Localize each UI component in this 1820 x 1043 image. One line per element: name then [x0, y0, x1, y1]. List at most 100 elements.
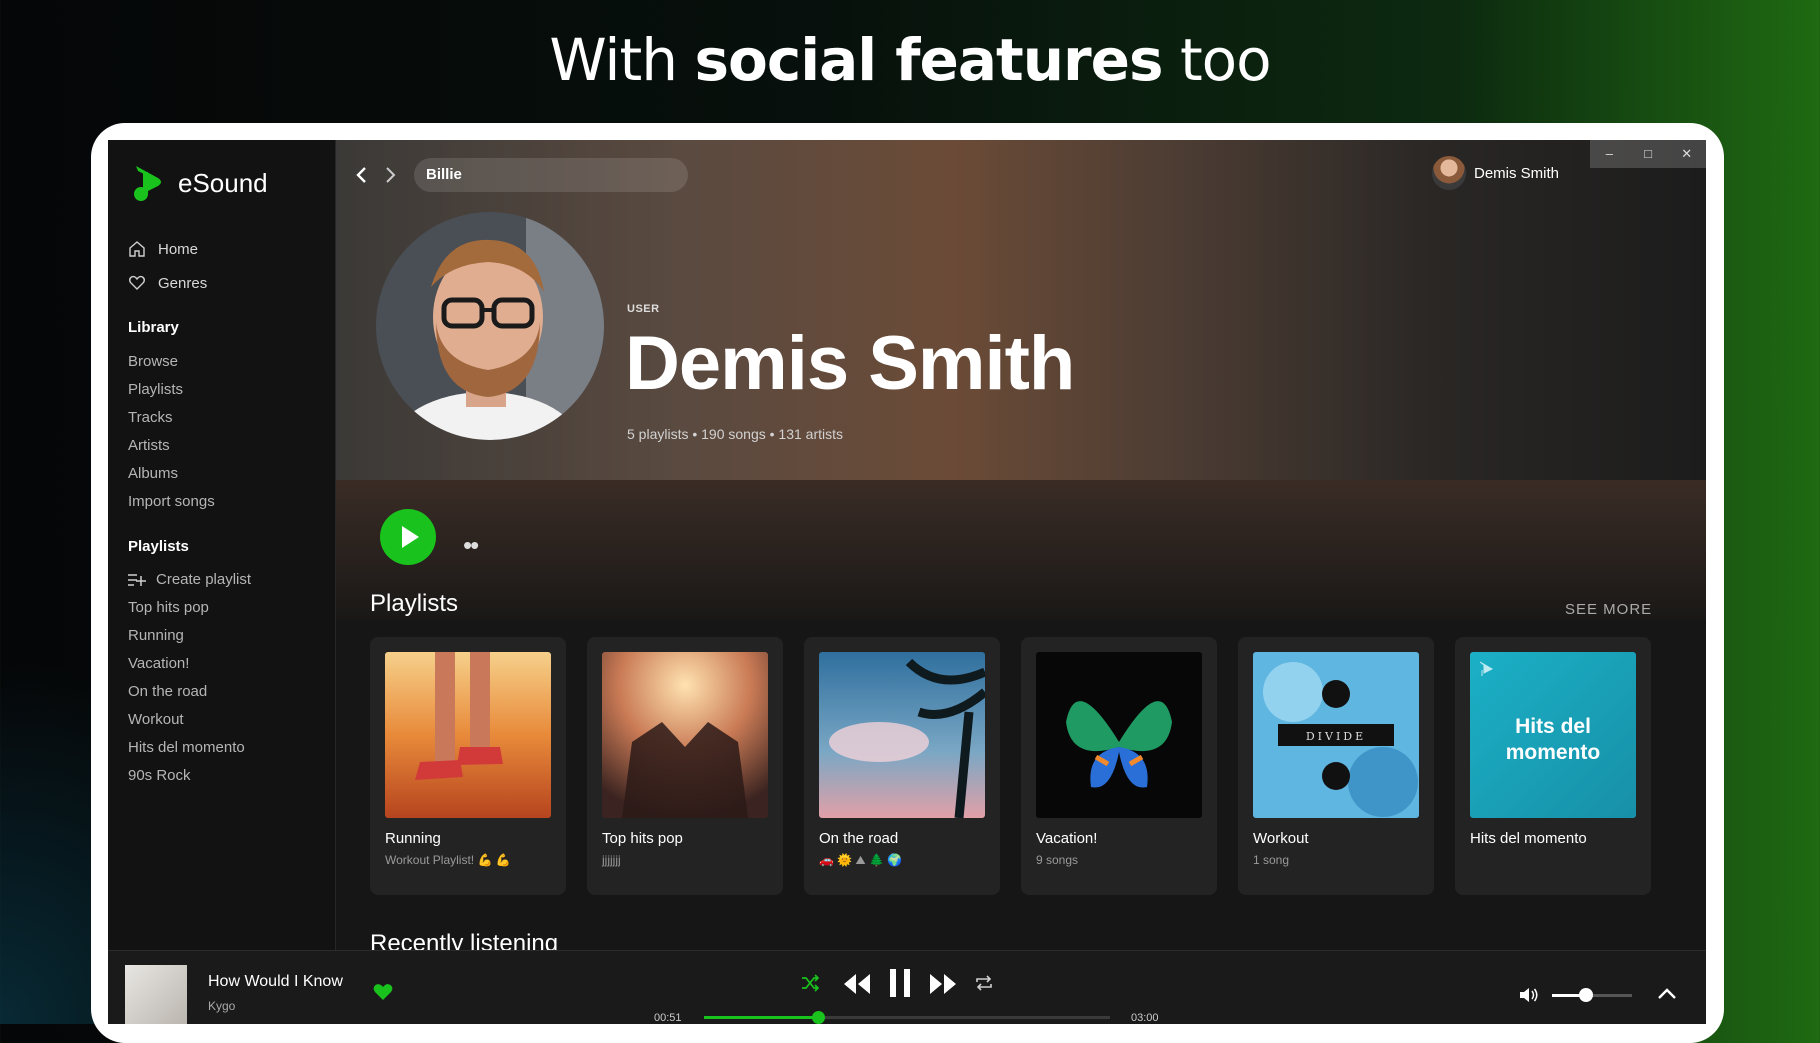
close-button[interactable]: ✕ [1667, 140, 1706, 168]
volume-slider[interactable] [1552, 988, 1632, 1002]
sidebar-playlist-on-the-road[interactable]: On the road [128, 678, 251, 706]
fast-forward-icon[interactable] [928, 971, 958, 997]
library-item-artists[interactable]: Artists [128, 432, 215, 460]
profile-stats: 5 playlists • 190 songs • 131 artists [627, 426, 844, 442]
cover-on-the-road [819, 652, 985, 818]
nav-home-label: Home [158, 240, 199, 258]
card-title: Hits del momento [1470, 830, 1587, 847]
playlists-title: Playlists [128, 538, 189, 555]
card-subtitle: 1 song [1253, 853, 1290, 867]
playlist-card-workout[interactable]: DIVIDE Workout 1 song [1238, 637, 1434, 895]
sidebar-playlist-90s-rock[interactable]: 90s Rock [128, 762, 251, 790]
play-icon [402, 526, 419, 548]
forward-arrow-icon[interactable] [380, 165, 400, 185]
card-subtitle: Workout Playlist! 💪 💪 [385, 853, 511, 867]
sidebar-playlists-list: Create playlist Top hits pop Running Vac… [128, 566, 251, 790]
playlist-card-running[interactable]: Running Workout Playlist! 💪 💪 [370, 637, 566, 895]
search-input[interactable]: Billie [414, 158, 688, 192]
shuffle-icon[interactable] [800, 973, 820, 993]
sidebar-playlist-hits-del-momento[interactable]: Hits del momento [128, 734, 251, 762]
headline-bold: social features [694, 26, 1163, 94]
card-subtitle: 🚗 🌞 ⛰ 🌲 🌍 [819, 853, 903, 867]
library-item-import-songs[interactable]: Import songs [128, 488, 215, 516]
esound-logo-icon [134, 166, 161, 201]
playlist-card-vacation[interactable]: Vacation! 9 songs [1021, 637, 1217, 895]
seek-bar[interactable] [704, 1011, 1110, 1024]
sidebar: eSound Home Genres Library Browse Playli… [108, 140, 336, 950]
promo-headline: With social features too [0, 26, 1820, 94]
nav-genres-label: Genres [158, 274, 208, 292]
volume-handle[interactable] [1578, 988, 1593, 1002]
window-controls: – □ ✕ [1590, 140, 1706, 168]
see-more-link[interactable]: SEE MORE [1565, 601, 1652, 618]
profile-avatar [376, 212, 604, 440]
headline-prefix: With [549, 26, 678, 94]
back-arrow-icon[interactable] [352, 165, 372, 185]
app-logo[interactable]: eSound [128, 162, 268, 204]
home-icon [129, 241, 145, 257]
main-nav: Home Genres [128, 232, 207, 300]
nav-genres[interactable]: Genres [128, 266, 207, 300]
profile-type-label: USER [627, 303, 660, 315]
library-list: Browse Playlists Tracks Artists Albums I… [128, 348, 215, 516]
playlist-cards: Running Workout Playlist! 💪 💪 Top hits p… [370, 637, 1651, 895]
cover-workout: DIVIDE [1253, 652, 1419, 818]
chevron-up-icon[interactable] [1656, 983, 1678, 1005]
sidebar-playlist-vacation[interactable]: Vacation! [128, 650, 251, 678]
card-title: Vacation! [1036, 830, 1098, 847]
now-playing-artist[interactable]: Kygo [208, 999, 235, 1013]
library-item-browse[interactable]: Browse [128, 348, 215, 376]
minimize-button[interactable]: – [1590, 140, 1629, 168]
play-button[interactable] [380, 509, 436, 565]
nav-home[interactable]: Home [128, 232, 207, 266]
library-title: Library [128, 319, 179, 336]
library-item-albums[interactable]: Albums [128, 460, 215, 488]
heart-outline-icon [129, 275, 145, 290]
profile-name: Demis Smith [625, 321, 1075, 406]
library-item-playlists[interactable]: Playlists [128, 376, 215, 404]
player-bar: How Would I Know Kygo 00:51 03:00 [108, 950, 1706, 1024]
recently-listening-title: Recently listening [370, 930, 559, 950]
main-content: Billie Demis Smith – □ ✕ USER Demis Smit… [336, 140, 1706, 950]
playlists-section-title: Playlists [370, 590, 459, 617]
volume-icon[interactable] [1518, 984, 1540, 1006]
playlist-card-hits-del-momento[interactable]: Hits del momento Hits del momento [1455, 637, 1651, 895]
add-playlist-icon [128, 574, 146, 586]
card-title: Running [385, 830, 441, 847]
repeat-icon[interactable] [974, 973, 994, 993]
now-playing-title[interactable]: How Would I Know [208, 973, 343, 991]
total-time: 03:00 [1131, 1012, 1159, 1024]
playlist-card-top-hits-pop[interactable]: Top hits pop jjjjjjj [587, 637, 783, 895]
elapsed-time: 00:51 [654, 1012, 682, 1024]
sidebar-playlist-top-hits-pop[interactable]: Top hits pop [128, 594, 251, 622]
card-subtitle: 9 songs [1036, 853, 1079, 867]
library-item-tracks[interactable]: Tracks [128, 404, 215, 432]
maximize-button[interactable]: □ [1629, 140, 1668, 168]
more-options-button[interactable]: •• [463, 530, 479, 561]
headline-suffix: too [1179, 26, 1272, 94]
app-window: eSound Home Genres Library Browse Playli… [108, 140, 1706, 1024]
card-title: Top hits pop [602, 830, 683, 847]
seek-progress [704, 1016, 818, 1019]
heart-filled-icon[interactable] [372, 981, 394, 1003]
playlist-card-on-the-road[interactable]: On the road 🚗 🌞 ⛰ 🌲 🌍 [804, 637, 1000, 895]
rewind-icon[interactable] [842, 971, 872, 997]
pause-icon[interactable] [888, 967, 912, 999]
sidebar-playlist-running[interactable]: Running [128, 622, 251, 650]
now-playing-artwork[interactable] [125, 965, 187, 1024]
seek-handle[interactable] [811, 1011, 825, 1024]
card-title: Workout [1253, 830, 1309, 847]
card-subtitle: jjjjjjj [602, 853, 621, 867]
card-title: On the road [819, 830, 899, 847]
cover-hits-del-momento: Hits del momento [1470, 652, 1636, 818]
cover-vacation [1036, 652, 1202, 818]
user-avatar [1432, 156, 1466, 190]
create-playlist-label: Create playlist [156, 571, 252, 588]
user-menu[interactable]: Demis Smith [1432, 156, 1559, 190]
sidebar-playlist-workout[interactable]: Workout [128, 706, 251, 734]
app-name: eSound [178, 167, 268, 198]
cover-title-text: Hits del momento [1505, 715, 1601, 764]
cover-running [385, 652, 551, 818]
create-playlist-button[interactable]: Create playlist [128, 566, 251, 594]
user-name: Demis Smith [1474, 164, 1560, 182]
